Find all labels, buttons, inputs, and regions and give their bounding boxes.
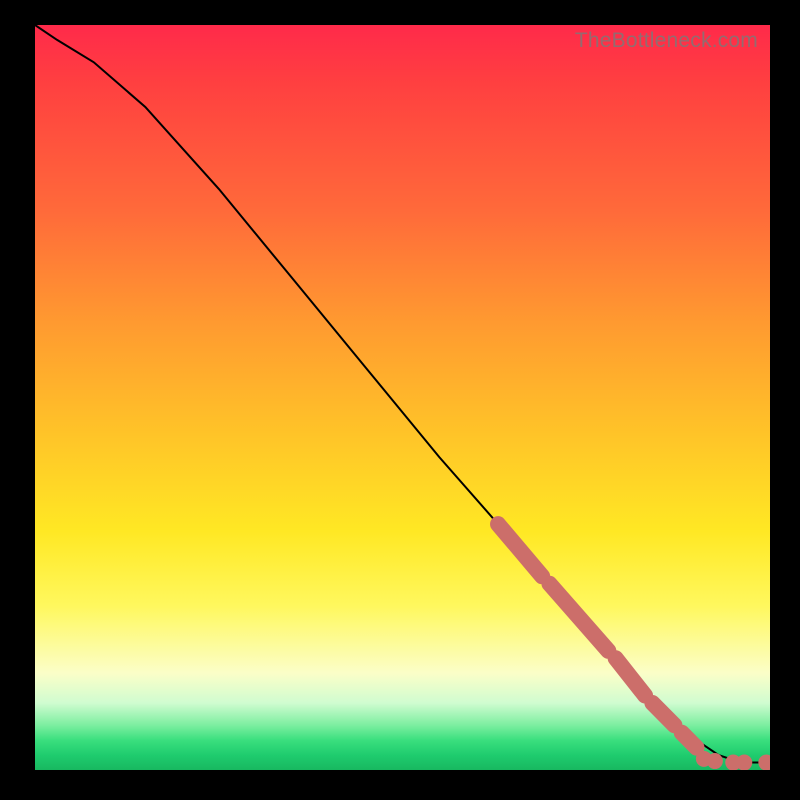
highlight-segment (498, 524, 542, 576)
chart-svg (35, 25, 770, 770)
highlight-segment (652, 703, 674, 725)
highlight-dot (725, 755, 741, 770)
highlight-segment (682, 733, 697, 748)
chart-plot-area: TheBottleneck.com (35, 25, 770, 770)
highlight-dots (696, 751, 770, 770)
highlight-dot (696, 751, 712, 767)
watermark-text: TheBottleneck.com (575, 29, 758, 53)
highlight-dot (758, 755, 770, 770)
highlight-dot (736, 755, 752, 770)
highlight-segment (550, 584, 609, 651)
highlight-dot (707, 753, 723, 769)
curve-line (35, 25, 770, 763)
highlight-segment (616, 658, 645, 695)
highlight-segments (498, 524, 696, 748)
